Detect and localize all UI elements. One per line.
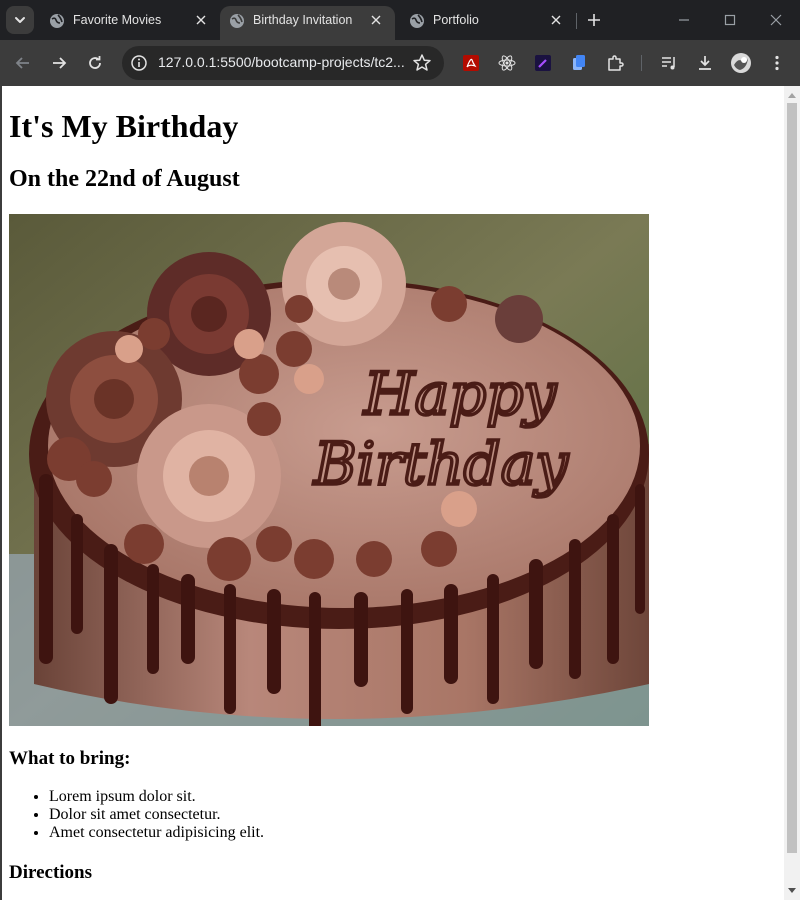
arrow-right-icon	[53, 57, 67, 69]
forward-button[interactable]	[47, 51, 71, 75]
reload-icon	[89, 56, 101, 69]
maximize-button[interactable]	[718, 8, 742, 32]
bring-list: Lorem ipsum dolor sit. Dolor sit amet co…	[9, 788, 264, 842]
color-picker-icon	[535, 55, 551, 71]
plus-icon	[588, 14, 600, 26]
close-icon	[770, 14, 782, 26]
site-info-icon[interactable]	[130, 54, 148, 72]
copy-extension-button[interactable]	[567, 51, 591, 75]
scrollbar-thumb[interactable]	[787, 103, 797, 853]
scroll-down-arrow-icon[interactable]	[784, 884, 800, 898]
more-vert-icon	[775, 55, 779, 71]
avatar	[731, 53, 751, 73]
media-controls-button[interactable]	[657, 51, 681, 75]
address-bar[interactable]: 127.0.0.1:5500/bootcamp-projects/tc2...	[122, 46, 444, 80]
close-tab-icon[interactable]	[547, 11, 565, 29]
url-text[interactable]: 127.0.0.1:5500/bootcamp-projects/tc2...	[158, 54, 408, 70]
globe-icon	[230, 14, 244, 28]
tab-strip: Favorite Movies Birthday Invitation Port…	[0, 0, 800, 40]
browser-toolbar: 127.0.0.1:5500/bootcamp-projects/tc2...	[0, 40, 800, 86]
what-to-bring-heading: What to bring:	[9, 748, 131, 769]
new-tab-button[interactable]	[583, 9, 605, 31]
back-button[interactable]	[11, 51, 35, 75]
tab-favorite-movies[interactable]: Favorite Movies	[40, 6, 220, 34]
vertical-scrollbar[interactable]	[784, 86, 800, 900]
profile-button[interactable]	[729, 51, 753, 75]
tab-search-button[interactable]	[6, 6, 34, 34]
cake-writing-happy: Happy	[363, 360, 557, 428]
birthday-cake-image: Happy Birthday	[9, 214, 649, 726]
reload-button[interactable]	[83, 51, 107, 75]
close-tab-icon[interactable]	[192, 11, 210, 29]
tab-birthday-invitation[interactable]: Birthday Invitation	[220, 6, 395, 40]
puzzle-icon	[608, 55, 624, 71]
cake-writing-birthday: Birthday	[313, 430, 569, 498]
globe-icon	[50, 14, 64, 28]
bookmark-star-icon[interactable]	[412, 53, 432, 73]
tab-portfolio[interactable]: Portfolio	[400, 6, 575, 34]
playlist-icon	[662, 57, 675, 70]
tab-title: Favorite Movies	[73, 13, 162, 27]
page-title: It's My Birthday	[9, 108, 239, 144]
extensions-button[interactable]	[603, 51, 627, 75]
arrow-left-icon	[15, 57, 29, 69]
directions-heading: Directions	[9, 862, 93, 883]
page-viewport: It's My Birthday On the 22nd of August H…	[0, 86, 800, 900]
list-item: Lorem ipsum dolor sit.	[49, 788, 264, 806]
toolbar-separator	[641, 55, 642, 71]
minimize-icon	[679, 19, 689, 21]
chevron-down-icon	[15, 17, 25, 23]
menu-button[interactable]	[765, 51, 789, 75]
tab-separator	[576, 13, 577, 29]
download-icon	[699, 56, 711, 70]
react-icon	[498, 55, 516, 71]
tab-title: Portfolio	[433, 13, 479, 27]
document-copy-icon	[573, 55, 585, 70]
color-picker-extension-button[interactable]	[531, 51, 555, 75]
list-item: Dolor sit amet consectetur.	[49, 806, 264, 824]
close-window-button[interactable]	[764, 8, 788, 32]
pdf-extension-button[interactable]	[459, 51, 483, 75]
react-devtools-button[interactable]	[495, 51, 519, 75]
downloads-button[interactable]	[693, 51, 717, 75]
close-tab-icon[interactable]	[367, 11, 385, 29]
page-subtitle: On the 22nd of August	[9, 166, 240, 192]
tab-title: Birthday Invitation	[253, 13, 353, 27]
scroll-up-arrow-icon[interactable]	[784, 88, 800, 102]
list-item: Amet consectetur adipisicing elit.	[49, 824, 264, 842]
maximize-icon	[724, 14, 736, 26]
minimize-button[interactable]	[672, 8, 696, 32]
pdf-icon	[463, 55, 479, 71]
globe-icon	[410, 14, 424, 28]
